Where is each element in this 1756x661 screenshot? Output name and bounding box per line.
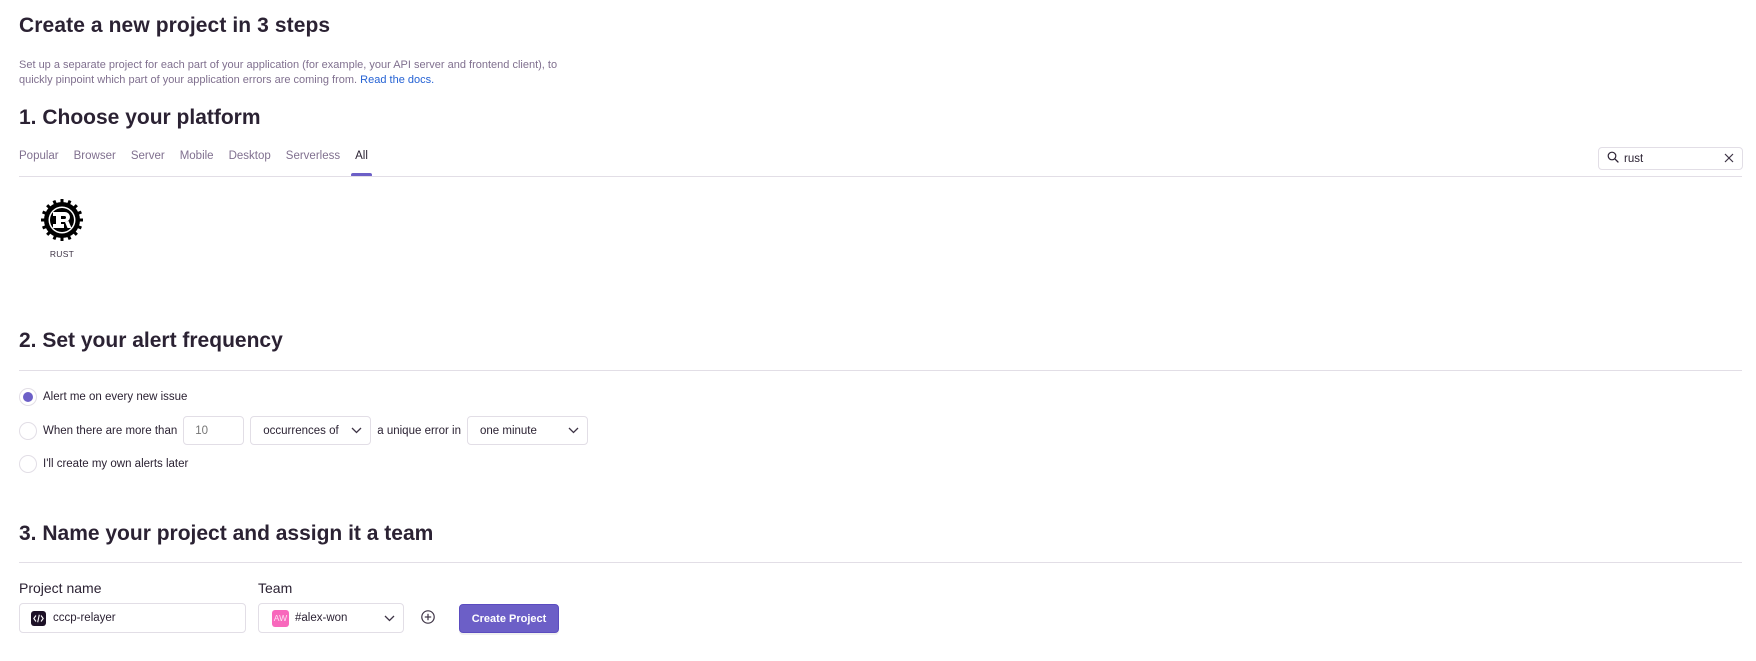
tab-all[interactable]: All [351, 150, 372, 178]
alerts-divider [19, 370, 1742, 371]
team-select-value: #alex-won [295, 612, 348, 624]
tab-browser[interactable]: Browser [74, 150, 116, 178]
rust-logo-icon [36, 198, 88, 242]
radio-selected-dot [23, 392, 33, 402]
create-project-button[interactable]: Create Project [459, 604, 559, 633]
platform-search [1598, 147, 1743, 170]
project-heading: 3. Name your project and assign it a tea… [19, 522, 434, 545]
chevron-down-icon [568, 425, 579, 437]
read-docs-link[interactable]: Read the docs. [360, 74, 434, 86]
tabs-divider [19, 176, 1742, 177]
code-icon [31, 610, 46, 626]
radio-threshold[interactable] [19, 421, 37, 440]
platform-tabs: Popular Browser Server Mobile Desktop Se… [19, 150, 383, 178]
project-divider [19, 562, 1742, 563]
alert-option-threshold[interactable]: When there are more than occurrences of … [19, 416, 588, 445]
tab-desktop[interactable]: Desktop [229, 150, 271, 178]
threshold-count-input[interactable] [183, 416, 245, 445]
tab-popular[interactable]: Popular [19, 150, 59, 178]
metric-select[interactable]: occurrences of [250, 416, 372, 445]
search-icon [1607, 150, 1619, 168]
project-name-field[interactable] [19, 603, 246, 633]
platform-heading: 1. Choose your platform [19, 106, 261, 129]
project-name-label: Project name [19, 580, 102, 596]
team-select[interactable]: AW #alex-won [258, 603, 404, 633]
platform-card-rust[interactable]: RUST [36, 198, 88, 259]
alert-option-every-issue[interactable]: Alert me on every new issue [19, 388, 187, 406]
platform-label-rust: RUST [49, 249, 75, 259]
metric-select-value: occurrences of [263, 424, 339, 437]
threshold-middle-text: a unique error in [377, 424, 461, 437]
threshold-prefix-text: When there are more than [43, 424, 178, 437]
team-label: Team [258, 580, 293, 596]
tab-mobile[interactable]: Mobile [180, 150, 214, 178]
alert-option-every-issue-label: Alert me on every new issue [43, 391, 188, 403]
alerts-heading: 2. Set your alert frequency [19, 329, 283, 352]
interval-select[interactable]: one minute [467, 416, 588, 445]
search-input[interactable] [1624, 152, 1719, 165]
team-avatar: AW [272, 609, 289, 627]
tab-server[interactable]: Server [131, 150, 165, 178]
tab-serverless[interactable]: Serverless [286, 150, 340, 178]
alert-option-later[interactable]: I'll create my own alerts later [19, 455, 188, 473]
clear-search-icon[interactable] [1724, 150, 1734, 168]
alert-option-later-label: I'll create my own alerts later [43, 458, 189, 470]
page-title: Create a new project in 3 steps [19, 14, 331, 37]
chevron-down-icon [384, 609, 395, 627]
add-team-icon[interactable] [420, 609, 436, 630]
project-name-input[interactable] [53, 612, 233, 624]
chevron-down-icon [351, 425, 362, 437]
interval-select-value: one minute [480, 424, 537, 437]
intro-text: Set up a separate project for each part … [19, 59, 558, 86]
radio-every-issue[interactable] [19, 388, 37, 406]
radio-later[interactable] [19, 455, 37, 473]
